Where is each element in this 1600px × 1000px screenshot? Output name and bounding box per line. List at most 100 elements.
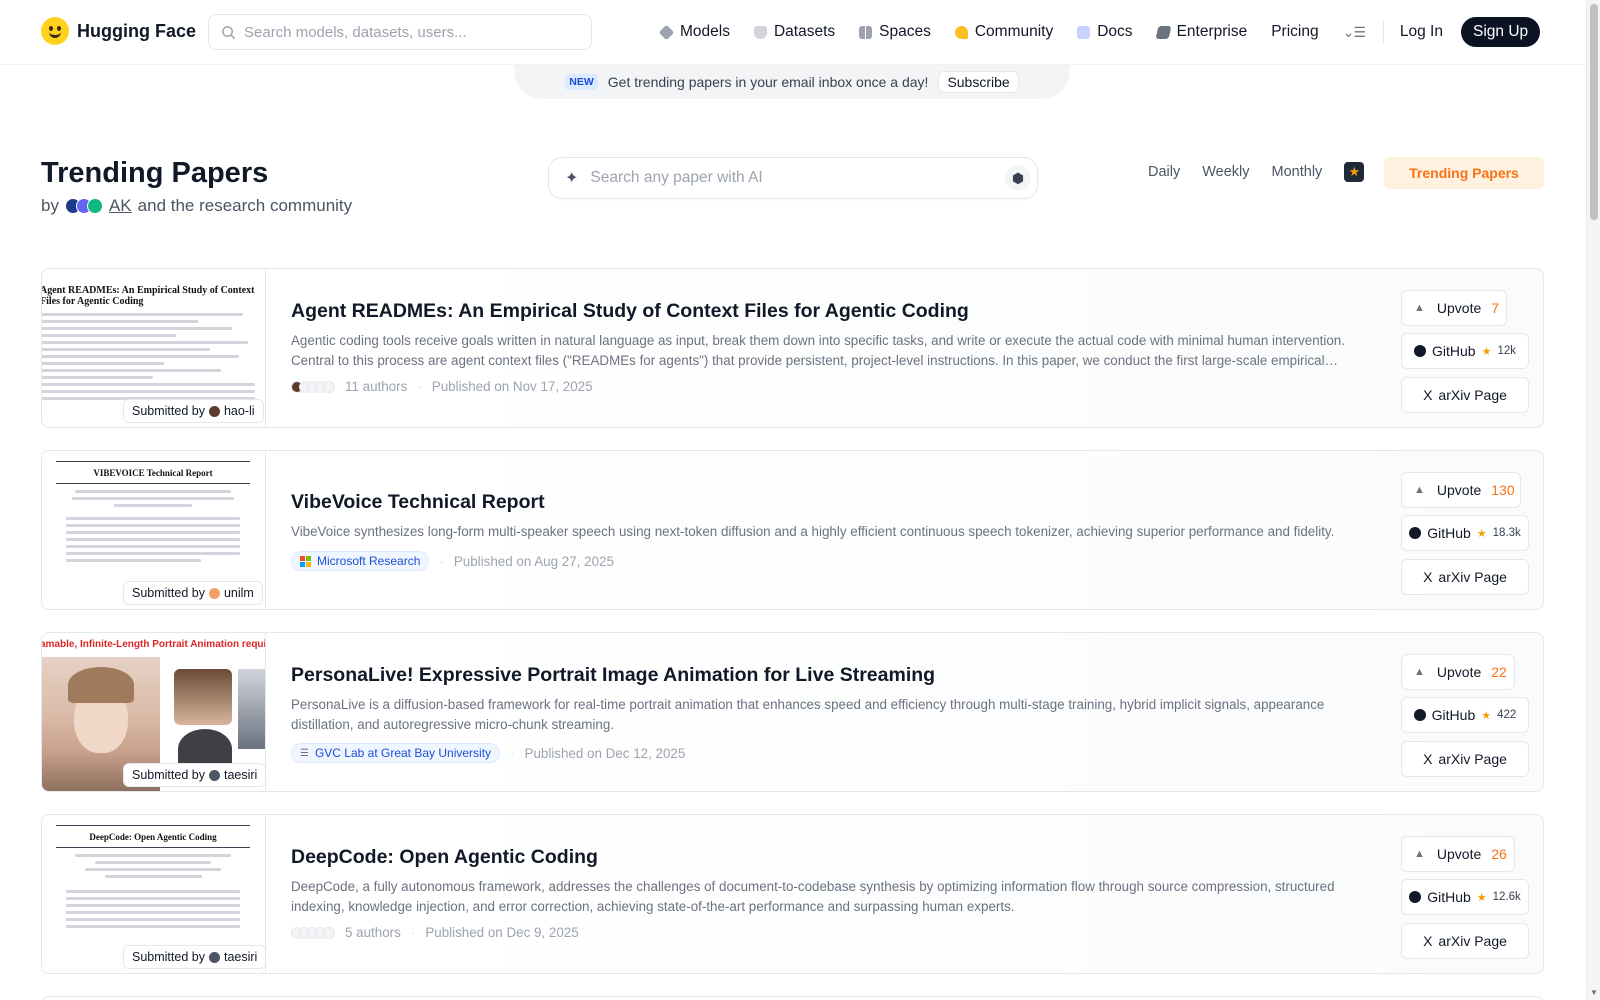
login-link[interactable]: Log In	[1400, 23, 1443, 41]
meta-separator: ·	[510, 745, 515, 761]
submitted-by-badge[interactable]: Submitted by taesiri	[123, 945, 265, 969]
avatar	[208, 405, 220, 417]
hugging-face-logo-icon	[41, 17, 69, 45]
star-icon[interactable]: ★	[1344, 162, 1365, 182]
animated-character-image	[174, 669, 232, 725]
upvote-count: 22	[1491, 664, 1507, 680]
trending-papers-button[interactable]: Trending Papers	[1384, 157, 1544, 189]
submitted-by-badge[interactable]: Submitted by hao-li	[123, 399, 264, 423]
sparkle-icon: ✦	[565, 170, 579, 187]
thumbnail-title-text: amable, Infinite-Length Portrait Animati…	[42, 639, 265, 650]
github-stars: 12.6k	[1492, 891, 1521, 903]
org-badge[interactable]: ☰ GVC Lab at Great Bay University	[291, 743, 501, 763]
random-paper-icon[interactable]: ⬢	[1005, 165, 1031, 191]
tab-monthly[interactable]: Monthly	[1272, 164, 1323, 180]
star-icon: ★	[1481, 709, 1492, 722]
paper-card[interactable]: amable, Infinite-Length Portrait Animati…	[41, 632, 1544, 792]
meta-separator: ·	[439, 553, 444, 569]
new-badge: NEW	[565, 74, 598, 90]
nav-datasets[interactable]: Datasets	[753, 23, 836, 41]
page-byline: by AK and the research community	[41, 196, 352, 216]
arxiv-x-icon: X	[1423, 933, 1433, 949]
byline-community: and the research community	[137, 196, 353, 215]
nav-pricing[interactable]: Pricing	[1271, 23, 1318, 41]
thumbnail-title-text: VIBEVOICE Technical Report	[93, 468, 213, 478]
microsoft-logo-icon	[300, 555, 311, 567]
banner-text: Get trending papers in your email inbox …	[607, 74, 929, 90]
meta-separator: ·	[410, 925, 416, 940]
github-button[interactable]: GitHub ★ 12k	[1401, 333, 1529, 369]
subscribe-button[interactable]: Subscribe	[938, 71, 1019, 93]
upvote-button[interactable]: ▲ Upvote 22	[1401, 654, 1515, 690]
scrollbar-thumb[interactable]	[1590, 4, 1598, 220]
paper-title[interactable]: VibeVoice Technical Report	[291, 491, 545, 514]
nav-divider	[1382, 20, 1384, 44]
paper-thumbnail[interactable]: VIBEVOICE Technical Report Submitted by …	[42, 451, 266, 609]
github-button[interactable]: GitHub ★ 12.6k	[1401, 879, 1529, 915]
github-label: GitHub	[1432, 343, 1476, 359]
upvote-label: Upvote	[1436, 664, 1482, 680]
org-badge[interactable]: Microsoft Research	[291, 551, 430, 571]
global-search-input[interactable]	[244, 23, 564, 41]
page-scrollbar[interactable]: ▼	[1586, 0, 1600, 1000]
upvote-label: Upvote	[1436, 846, 1482, 862]
paper-card[interactable]: VIBEVOICE Technical Report Submitted by …	[41, 450, 1544, 610]
paper-summary: PersonaLive is a diffusion-based framewo…	[291, 697, 1325, 732]
author-avatars	[291, 926, 335, 939]
paper-title[interactable]: DeepCode: Open Agentic Coding	[291, 846, 598, 869]
submitted-by-badge[interactable]: Submitted by taesiri	[123, 763, 265, 787]
top-navbar: Hugging Face Models Datasets Spaces Comm…	[0, 0, 1586, 65]
upvote-button[interactable]: ▲ Upvote 130	[1401, 472, 1521, 508]
tab-weekly[interactable]: Weekly	[1202, 164, 1249, 180]
author-link[interactable]: AK	[109, 196, 132, 216]
github-stars: 18.3k	[1492, 527, 1521, 539]
author-count[interactable]: 11 authors	[345, 379, 407, 394]
paper-summary: DeepCode, a fully autonomous framework, …	[291, 879, 1335, 914]
github-button[interactable]: GitHub ★ 18.3k	[1401, 515, 1529, 551]
signup-button[interactable]: Sign Up	[1461, 17, 1541, 47]
nav-spaces[interactable]: Spaces	[859, 23, 931, 41]
paper-thumbnail[interactable]: DeepCode: Open Agentic Coding Submitted …	[42, 815, 266, 973]
nav-community[interactable]: Community	[954, 23, 1054, 41]
enterprise-icon	[1155, 25, 1171, 39]
scroll-down-arrow-icon[interactable]: ▼	[1590, 988, 1598, 997]
ai-paper-search[interactable]: ✦ ⬢	[548, 157, 1038, 199]
github-label: GitHub	[1427, 525, 1471, 541]
paper-card[interactable]: DeepCode: Open Agentic Coding Submitted …	[41, 814, 1544, 974]
nav-docs[interactable]: Docs	[1077, 23, 1133, 41]
tab-daily[interactable]: Daily	[1148, 164, 1180, 180]
brand-link[interactable]: Hugging Face	[41, 17, 196, 45]
arxiv-button[interactable]: X arXiv Page	[1401, 377, 1529, 413]
nav-datasets-label: Datasets	[773, 23, 836, 40]
arxiv-button[interactable]: X arXiv Page	[1401, 923, 1529, 959]
submitted-by-badge[interactable]: Submitted by unilm	[123, 581, 263, 605]
upvote-button[interactable]: ▲ Upvote 26	[1401, 836, 1515, 872]
upvote-count: 26	[1491, 846, 1507, 862]
arxiv-button[interactable]: X arXiv Page	[1401, 559, 1529, 595]
paper-card[interactable]: Agent READMEs: An Empirical Study of Con…	[41, 268, 1544, 428]
global-search[interactable]	[208, 14, 592, 50]
submitted-by-label: Submitted by	[132, 586, 205, 600]
nav-models[interactable]: Models	[658, 23, 730, 41]
github-button[interactable]: GitHub ★ 422	[1401, 697, 1529, 733]
author-count[interactable]: 5 authors	[345, 925, 401, 940]
paper-thumbnail[interactable]: Agent READMEs: An Empirical Study of Con…	[42, 269, 266, 427]
arxiv-label: arXiv Page	[1438, 933, 1507, 949]
ink-portrait-image	[238, 669, 265, 749]
upvote-arrow-icon: ▲	[1414, 302, 1425, 314]
upvote-button[interactable]: ▲ Upvote 7	[1401, 290, 1507, 326]
paper-meta: 11 authors · Published on Nov 17, 2025	[291, 379, 593, 394]
nav-enterprise[interactable]: Enterprise	[1155, 23, 1247, 41]
submitted-by-label: Submitted by	[132, 404, 205, 418]
ai-paper-search-input[interactable]	[590, 169, 981, 187]
paper-title[interactable]: Agent READMEs: An Empirical Study of Con…	[291, 300, 969, 323]
submitted-by-label: Submitted by	[132, 768, 205, 782]
arxiv-button[interactable]: X arXiv Page	[1401, 741, 1529, 777]
arxiv-x-icon: X	[1423, 569, 1433, 585]
paper-thumbnail[interactable]: amable, Infinite-Length Portrait Animati…	[42, 633, 266, 791]
nav-community-label: Community	[974, 23, 1054, 40]
nav-docs-label: Docs	[1097, 23, 1133, 40]
paper-title[interactable]: PersonaLive! Expressive Portrait Image A…	[291, 664, 935, 687]
avatar	[208, 587, 220, 599]
more-menu-icon[interactable]: ⌄☰	[1343, 24, 1366, 41]
